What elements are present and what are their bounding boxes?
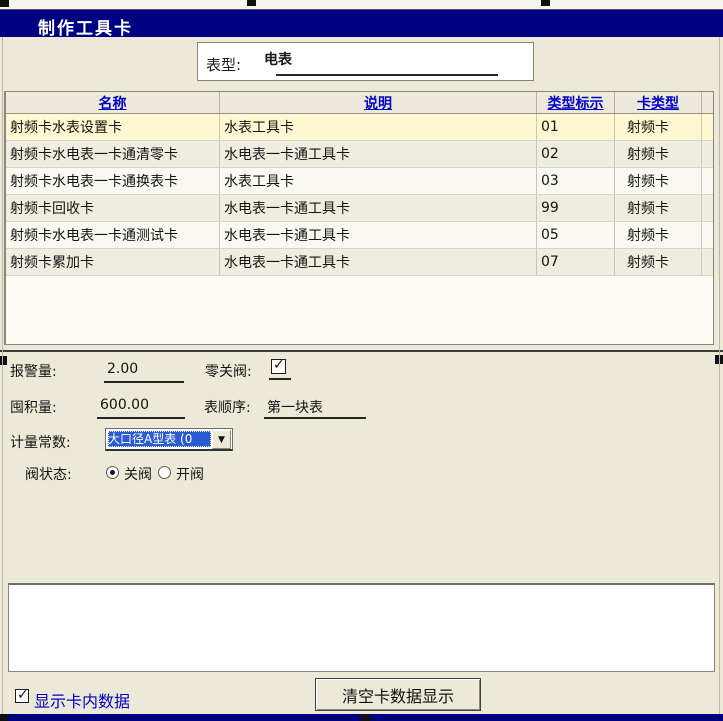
cell-type-code[interactable]: 02 [537, 141, 615, 167]
designer-handle[interactable] [361, 714, 370, 721]
alarm-value[interactable]: 2.00 [107, 361, 138, 377]
meter-type-label: 表型: [206, 54, 241, 75]
cell-card-type[interactable]: 射频卡 [615, 222, 702, 248]
cell-card-type[interactable]: 射频卡 [615, 168, 702, 194]
cell-desc[interactable]: 水表工具卡 [220, 114, 537, 140]
cell-filler [702, 168, 713, 194]
hoard-underline [97, 417, 185, 419]
table-row[interactable]: 射频卡水电表一卡通清零卡 水电表一卡通工具卡 02 射频卡 [6, 141, 713, 168]
cell-desc[interactable]: 水表工具卡 [220, 168, 537, 194]
cell-filler [702, 141, 713, 167]
valve-open-label: 开阀 [176, 464, 204, 484]
cell-type-code[interactable]: 05 [537, 222, 615, 248]
cell-card-type[interactable]: 射频卡 [615, 195, 702, 221]
cell-desc[interactable]: 水电表一卡通工具卡 [220, 195, 537, 221]
designer-handle[interactable] [247, 0, 256, 6]
hoard-label: 囤积量: [10, 397, 57, 417]
card-data-display-area[interactable] [8, 583, 715, 672]
cell-type-code[interactable]: 99 [537, 195, 615, 221]
cell-desc[interactable]: 水电表一卡通工具卡 [220, 222, 537, 248]
cell-type-code[interactable]: 07 [537, 249, 615, 275]
cell-name[interactable]: 射频卡水电表一卡通清零卡 [6, 141, 220, 167]
show-card-data-checkbox[interactable] [15, 689, 29, 703]
table-header-row: 名称 说明 类型标示 卡类型 [6, 92, 713, 114]
cell-filler [702, 195, 713, 221]
cell-filler [702, 114, 713, 140]
meter-type-value[interactable]: 电表 [264, 49, 292, 69]
window-left-edge [2, 37, 3, 714]
column-header-card-type[interactable]: 卡类型 [615, 92, 702, 113]
zero-valve-label: 零关阀: [205, 361, 252, 381]
valve-close-radio[interactable] [106, 466, 119, 479]
column-header-name[interactable]: 名称 [6, 92, 220, 113]
cell-name[interactable]: 射频卡水电表一卡通换表卡 [6, 168, 220, 194]
table-row[interactable]: 射频卡累加卡 水电表一卡通工具卡 07 射频卡 [6, 249, 713, 276]
title-bar: 制作工具卡 [0, 9, 723, 37]
designer-handle[interactable] [541, 0, 550, 6]
cell-card-type[interactable]: 射频卡 [615, 114, 702, 140]
hoard-value[interactable]: 600.00 [100, 397, 149, 413]
alarm-underline [104, 381, 184, 383]
table-row[interactable]: 射频卡水电表一卡通测试卡 水电表一卡通工具卡 05 射频卡 [6, 222, 713, 249]
cell-name[interactable]: 射频卡水电表一卡通测试卡 [6, 222, 220, 248]
column-header-type-code[interactable]: 类型标示 [537, 92, 615, 113]
make-tool-card-window: 制作工具卡 表型: 电表 名称 说明 类型标示 卡类型 射频卡水表设置卡 水表工… [0, 0, 723, 721]
card-table: 名称 说明 类型标示 卡类型 射频卡水表设置卡 水表工具卡 01 射频卡 射频卡… [4, 91, 714, 345]
chevron-down-icon[interactable]: ▼ [212, 430, 231, 449]
meter-type-panel: 表型: 电表 [197, 42, 534, 81]
cell-card-type[interactable]: 射频卡 [615, 141, 702, 167]
valve-close-label: 关阀 [124, 464, 152, 484]
valve-state-label: 阀状态: [25, 464, 72, 484]
show-card-data-label: 显示卡内数据 [34, 688, 130, 712]
column-header-filler [702, 92, 713, 113]
designer-handle[interactable] [0, 714, 8, 721]
designer-handle[interactable] [0, 0, 9, 7]
order-value[interactable]: 第一块表 [267, 397, 323, 417]
table-row[interactable]: 射频卡水表设置卡 水表工具卡 01 射频卡 [6, 114, 713, 141]
cell-type-code[interactable]: 03 [537, 168, 615, 194]
cell-desc[interactable]: 水电表一卡通工具卡 [220, 249, 537, 275]
combobox-selected-value[interactable]: 大口径A型表 (0 [108, 431, 211, 447]
constant-label: 计量常数: [10, 432, 71, 452]
cell-filler [702, 249, 713, 275]
order-label: 表顺序: [204, 397, 251, 417]
meter-type-underline [276, 74, 498, 76]
table-row[interactable]: 射频卡回收卡 水电表一卡通工具卡 99 射频卡 [6, 195, 713, 222]
alarm-label: 报警量: [10, 361, 57, 381]
zero-valve-checkbox[interactable] [271, 359, 286, 374]
valve-open-radio[interactable] [158, 466, 171, 479]
page-title: 制作工具卡 [38, 14, 133, 39]
order-underline [264, 417, 366, 419]
cell-name[interactable]: 射频卡累加卡 [6, 249, 220, 275]
cell-name[interactable]: 射频卡回收卡 [6, 195, 220, 221]
clear-card-data-button[interactable]: 清空卡数据显示 [315, 678, 481, 711]
cell-filler [702, 222, 713, 248]
section-divider [0, 350, 723, 352]
metering-constant-combobox[interactable]: 大口径A型表 (0 ▼ [105, 428, 233, 451]
table-row[interactable]: 射频卡水电表一卡通换表卡 水表工具卡 03 射频卡 [6, 168, 713, 195]
designer-top-strip [0, 0, 723, 9]
column-header-desc[interactable]: 说明 [220, 92, 537, 113]
cell-type-code[interactable]: 01 [537, 114, 615, 140]
zero-valve-underline [269, 378, 291, 380]
cell-name[interactable]: 射频卡水表设置卡 [6, 114, 220, 140]
cell-desc[interactable]: 水电表一卡通工具卡 [220, 141, 537, 167]
window-right-edge [719, 37, 720, 714]
cell-card-type[interactable]: 射频卡 [615, 249, 702, 275]
